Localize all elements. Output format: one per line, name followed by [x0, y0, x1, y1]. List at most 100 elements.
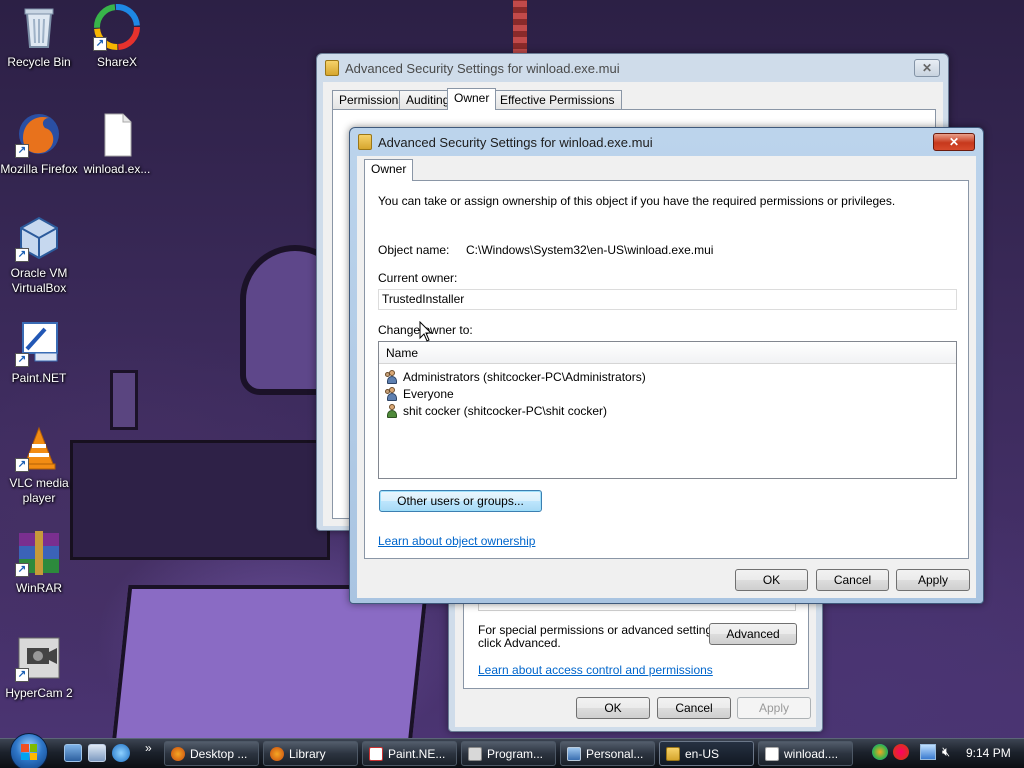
switch-windows-icon[interactable] — [88, 744, 106, 762]
start-button[interactable] — [10, 733, 48, 768]
desktop-icon-label: Mozilla Firefox — [0, 162, 78, 176]
taskbar-button-label: Desktop ... — [190, 746, 248, 761]
user-icon — [385, 403, 399, 418]
internet-explorer-icon[interactable] — [112, 744, 130, 762]
close-button[interactable]: ✕ — [933, 133, 975, 151]
shortcut-arrow-icon: ↗ — [15, 668, 29, 682]
close-icon: ✕ — [921, 61, 933, 75]
list-header-name[interactable]: Name — [379, 342, 956, 364]
change-owner-list[interactable]: Name Administrators (shitcocker-PC\Admin… — [378, 341, 957, 479]
desktop-icon-vlc[interactable]: ↗ VLC media player — [0, 424, 78, 506]
tab-owner[interactable]: Owner — [447, 88, 497, 110]
tab-effective-permissions[interactable]: Effective Permissions — [493, 90, 622, 110]
wallpaper-laptop — [111, 585, 429, 738]
ok-button[interactable]: OK — [576, 697, 650, 719]
recycle-bin-icon — [15, 3, 63, 51]
desktop-icon-label: ShareX — [96, 55, 138, 69]
advanced-button[interactable]: Advanced — [709, 623, 797, 645]
security-tab-panel: For special permissions or advanced sett… — [463, 591, 809, 689]
learn-access-control-link[interactable]: Learn about access control and permissio… — [478, 663, 713, 677]
paintnet-icon: ↗ — [15, 319, 63, 367]
ok-button[interactable]: OK — [735, 569, 808, 591]
wallpaper-rope — [513, 0, 527, 55]
shortcut-arrow-icon: ↗ — [15, 563, 29, 577]
mouse-cursor-icon — [419, 321, 433, 342]
tab-owner[interactable]: Owner — [364, 159, 414, 181]
desktop-icon-recycle-bin[interactable]: Recycle Bin — [0, 3, 78, 70]
taskbar-button-library[interactable]: Library — [263, 741, 358, 766]
shortcut-arrow-icon: ↗ — [15, 353, 29, 367]
taskbar-button-label: Library — [289, 746, 326, 761]
program-icon — [468, 746, 482, 761]
front-window-client: Owner You can take or assign ownership o… — [357, 156, 976, 598]
desktop-icon-label: WinRAR — [15, 581, 62, 595]
desktop-icon-winload-file[interactable]: winload.ex... — [78, 110, 156, 177]
desktop-icon-paintnet[interactable]: ↗ Paint.NET — [0, 319, 78, 386]
desktop-icon-label: VLC media player — [9, 476, 69, 505]
shortcut-arrow-icon: ↗ — [15, 144, 29, 158]
taskbar-button-winload[interactable]: winload.... — [758, 741, 853, 766]
apply-button[interactable]: Apply — [737, 697, 811, 719]
desktop-icon-winrar[interactable]: ↗ WinRAR — [0, 529, 78, 596]
group-icon — [385, 369, 399, 384]
window-title: Advanced Security Settings for winload.e… — [378, 134, 653, 150]
network-icon[interactable] — [920, 744, 936, 760]
desktop-icon-label: winload.ex... — [83, 162, 151, 176]
firefox-icon — [270, 746, 284, 761]
desktop-icon-firefox[interactable]: ↗ Mozilla Firefox — [0, 110, 78, 177]
taskbar-button-programs[interactable]: Program... — [461, 741, 556, 766]
desktop-icon-sharex[interactable]: ↗ ShareX — [78, 3, 156, 70]
back-window-titlebar[interactable]: Advanced Security Settings for winload.e… — [317, 54, 948, 82]
shortcut-arrow-icon: ↗ — [15, 248, 29, 262]
clock[interactable]: 9:14 PM — [966, 746, 1011, 760]
firefox-icon: ↗ — [15, 110, 63, 158]
taskbar-button-label: winload.... — [784, 746, 839, 761]
desktop-icon-hypercam[interactable]: ↗ HyperCam 2 — [0, 634, 78, 701]
volume-muted-icon[interactable]: 🔇︎ — [942, 744, 950, 760]
owner-list-item[interactable]: Everyone — [379, 385, 956, 402]
shortcut-arrow-icon: ↗ — [15, 458, 29, 472]
owner-name: shit cocker (shitcocker-PC\shit cocker) — [403, 403, 608, 418]
firefox-icon — [171, 746, 185, 761]
show-desktop-icon[interactable] — [64, 744, 82, 762]
taskbar-button-label: Personal... — [586, 746, 644, 761]
owner-list-item[interactable]: Administrators (shitcocker-PC\Administra… — [379, 368, 956, 385]
tray-app-icon[interactable] — [893, 744, 909, 760]
folder-icon — [666, 746, 680, 761]
taskbar-button-label: Program... — [487, 746, 544, 761]
quicklaunch-overflow[interactable]: » — [145, 741, 152, 755]
windows-logo-icon — [21, 744, 37, 760]
shortcut-arrow-icon: ↗ — [93, 37, 107, 51]
taskbar-button-desktop[interactable]: Desktop ... — [164, 741, 259, 766]
vlc-icon: ↗ — [15, 424, 63, 472]
file-icon — [93, 110, 141, 158]
personalize-icon — [567, 746, 581, 761]
cancel-button[interactable]: Cancel — [657, 697, 731, 719]
desktop-icon-label: Paint.NET — [11, 371, 67, 385]
file-icon — [765, 746, 779, 761]
properties-client: For special permissions or advanced sett… — [455, 591, 816, 727]
desktop-icon-label: Oracle VM VirtualBox — [10, 266, 68, 295]
sharex-tray-icon[interactable] — [872, 744, 888, 760]
front-window-titlebar[interactable]: Advanced Security Settings for winload.e… — [350, 128, 983, 156]
owner-name: Administrators (shitcocker-PC\Administra… — [403, 369, 646, 384]
object-name-value: C:\Windows\System32\en-US\winload.exe.mu… — [466, 243, 714, 257]
desktop-icon-virtualbox[interactable]: ↗ Oracle VM VirtualBox — [0, 214, 78, 296]
close-button[interactable]: ✕ — [914, 59, 940, 77]
cancel-button[interactable]: Cancel — [816, 569, 889, 591]
window-title: Advanced Security Settings for winload.e… — [345, 60, 620, 76]
properties-window[interactable]: For special permissions or advanced sett… — [448, 590, 823, 732]
front-security-window[interactable]: Advanced Security Settings for winload.e… — [349, 127, 984, 604]
object-name-label: Object name: — [378, 243, 450, 257]
owner-list-item[interactable]: shit cocker (shitcocker-PC\shit cocker) — [379, 402, 956, 419]
learn-object-ownership-link[interactable]: Learn about object ownership — [378, 534, 535, 548]
hypercam-icon: ↗ — [15, 634, 63, 682]
apply-button[interactable]: Apply — [896, 569, 970, 591]
other-users-groups-button[interactable]: Other users or groups... — [379, 490, 542, 512]
folder-icon — [358, 134, 372, 150]
taskbar-button-en-us[interactable]: en-US — [659, 741, 754, 766]
taskbar-button-personalize[interactable]: Personal... — [560, 741, 655, 766]
group-icon — [385, 386, 399, 401]
taskbar-button-paintnet[interactable]: Paint.NE... — [362, 741, 457, 766]
current-owner-field[interactable]: TrustedInstaller — [378, 289, 957, 310]
